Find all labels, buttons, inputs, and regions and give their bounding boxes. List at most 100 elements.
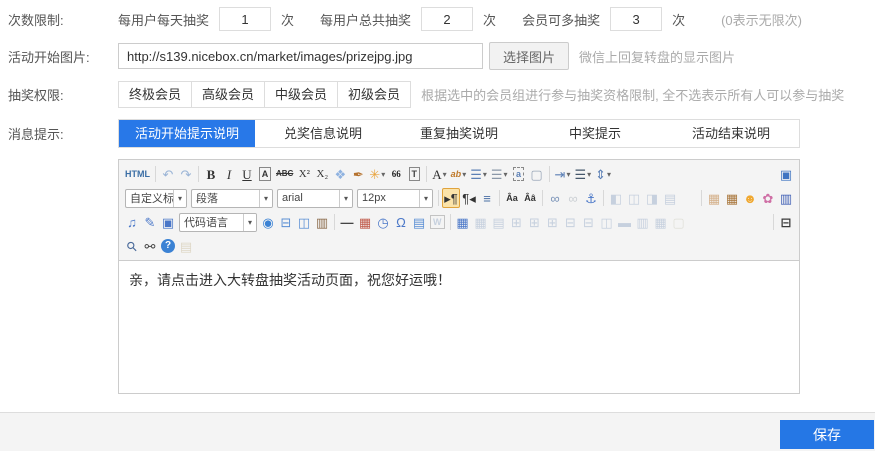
anchor-box-icon[interactable]: a [510,164,528,184]
indent-icon[interactable]: ⇥▾ [553,164,573,184]
member-group-buttons: 终极会员高级会员中级会员初级会员 [118,81,411,108]
member-group-button[interactable]: 高级会员 [191,81,265,108]
insert-date-icon[interactable]: ▦ [356,212,374,232]
indent-icon-glyph: ⇥ [555,168,566,181]
emoticon-icon[interactable]: ☻ [741,188,759,208]
anchor-icon[interactable]: ⚓ [582,188,600,208]
blockquote-icon[interactable]: 66 [387,164,405,184]
format-brush-icon[interactable]: ✒ [349,164,367,184]
table-props-icon: ▤ [490,212,508,232]
insert-code-icon[interactable]: ▣ [159,212,177,232]
paragraph-select[interactable]: 段落▾ [191,189,273,208]
dropdown-arrow-icon: ▾ [504,170,508,179]
split-cols-icon: ▥ [634,212,652,232]
find-replace-icon[interactable]: ⚯ [141,236,159,256]
fullscreen-icon[interactable]: ▣ [777,164,795,184]
graffiti-icon[interactable]: ✿ [759,188,777,208]
insert-time-icon[interactable]: ◷ [374,212,392,232]
font-color-icon[interactable]: A▾ [430,164,448,184]
image-url-input[interactable] [118,43,483,69]
save-button[interactable]: 保存 [780,420,874,449]
font-size-select[interactable]: 12px▾ [357,189,433,208]
horizontal-rule-icon[interactable]: — [338,212,356,232]
pick-image-button[interactable]: 选择图片 [489,42,569,70]
rtl-paragraph-icon[interactable]: ¶◂ [460,188,478,208]
font-family-select-value: arial [278,192,339,204]
member-group-button[interactable]: 中级会员 [264,81,338,108]
toolbar-separator [549,166,550,182]
row-permission: 抽奖权限: 终极会员高级会员中级会员初级会员 根据选中的会员组进行参与抽奖资格限… [8,81,875,108]
dropdown-arrow-icon: ▾ [243,214,256,231]
ltr-paragraph-icon-glyph: ▸¶ [444,192,458,205]
insert-image-icon[interactable]: ▦ [723,188,741,208]
subscript-icon[interactable]: X₂ [313,164,331,184]
message-tab[interactable]: 活动开始提示说明 [119,120,255,147]
message-tab[interactable]: 中奖提示 [527,120,663,147]
insert-music-icon[interactable]: ♫ [123,212,141,232]
dropdown-arrow-icon: ▾ [443,170,447,179]
member-group-button[interactable]: 终极会员 [118,81,192,108]
member-group-button[interactable]: 初级会员 [337,81,411,108]
insert-video-icon[interactable]: ▥ [777,188,795,208]
ltr-paragraph-icon[interactable]: ▸¶ [442,188,460,208]
editor-content-area[interactable]: 亲，请点击进入大转盘抽奖活动页面，祝您好运哦！ [119,261,799,393]
help-icon[interactable]: ? [159,236,177,256]
ordered-list-icon[interactable]: ☰▾ [468,164,489,184]
message-label: 消息提示: [8,124,118,143]
limit-count-input[interactable] [421,7,473,31]
insert-map-icon[interactable]: ▦ [705,188,723,208]
preview-icon[interactable]: ⚲ [123,236,141,256]
toolbar-separator [701,190,702,206]
message-tab[interactable]: 活动结束说明 [663,120,799,147]
align-icon[interactable]: ☰▾ [572,164,593,184]
font-box-icon[interactable]: A [256,164,274,184]
message-tab[interactable]: 兑奖信息说明 [255,120,391,147]
redo-icon[interactable]: ↷ [177,164,195,184]
code-language-select[interactable]: 代码语言▾ [179,213,257,232]
undo-icon[interactable]: ↶ [159,164,177,184]
heading-select-value: 自定义标题 [126,190,173,206]
font-family-select[interactable]: arial▾ [277,189,353,208]
auto-typeset-icon[interactable]: ✳▾ [367,164,387,184]
insert-table-icon[interactable]: ▦ [454,212,472,232]
heading-select[interactable]: 自定义标题▾ [125,189,187,208]
bold-icon[interactable]: B [202,164,220,184]
attachment-icon[interactable]: ✎ [141,212,159,232]
columns-icon[interactable]: ◫ [295,212,313,232]
template-icon[interactable]: ▥ [313,212,331,232]
flash-icon[interactable]: ◉ [259,212,277,232]
lottery-settings-page: 次数限制: 每用户每天抽奖 次 每用户总共抽奖 次 会员可多抽奖 次 (0表示无… [0,0,875,394]
limit-count-input[interactable] [610,7,662,31]
table-props-icon-glyph: ▤ [492,216,504,229]
page-break-icon[interactable]: ⊟ [277,212,295,232]
paste-icon: ▤ [177,236,195,256]
link-icon[interactable]: ∞ [546,188,564,208]
footer-bar: 保存 [0,412,875,451]
superscript-icon[interactable]: X² [295,164,313,184]
to-uppercase-icon[interactable]: Âa [503,188,521,208]
row-start-image: 活动开始图片: 选择图片 微信上回复转盘的显示图片 [8,42,875,70]
strikethrough-icon[interactable]: ABC [274,164,295,184]
font-color-icon-glyph: A [432,168,441,181]
print-icon[interactable]: ⊟ [777,212,795,232]
source-html-icon[interactable]: HTML [123,164,152,184]
paste-as-text-icon[interactable]: T [405,164,423,184]
rich-text-editor: HTML↶↷BIUAABCX²X₂❖✒✳▾66TA▾ab▾☰▾☰▾a▢⇥▾☰▾⇕… [118,159,800,394]
insert-form-icon[interactable]: ▤ [410,212,428,232]
new-doc-icon[interactable]: ▢ [528,164,546,184]
underline-icon[interactable]: U [238,164,256,184]
limit-field-label: 每用户总共抽奖 [320,10,411,29]
remove-format-icon[interactable]: ❖ [331,164,349,184]
line-height-icon[interactable]: ⇕▾ [593,164,613,184]
message-tab[interactable]: 重复抽奖说明 [391,120,527,147]
to-lowercase-icon[interactable]: Ââ [521,188,539,208]
paste-as-text-icon-glyph: T [409,167,421,181]
highlight-color-icon[interactable]: ab▾ [449,164,469,184]
paragraph-format-icon[interactable]: ≡ [478,188,496,208]
message-tab-bar: 活动开始提示说明兑奖信息说明重复抽奖说明中奖提示活动结束说明 [118,119,800,148]
unordered-list-icon[interactable]: ☰▾ [489,164,510,184]
paragraph-format-icon-glyph: ≡ [483,192,491,205]
special-char-icon[interactable]: Ω [392,212,410,232]
limit-count-input[interactable] [219,7,271,31]
italic-icon[interactable]: I [220,164,238,184]
